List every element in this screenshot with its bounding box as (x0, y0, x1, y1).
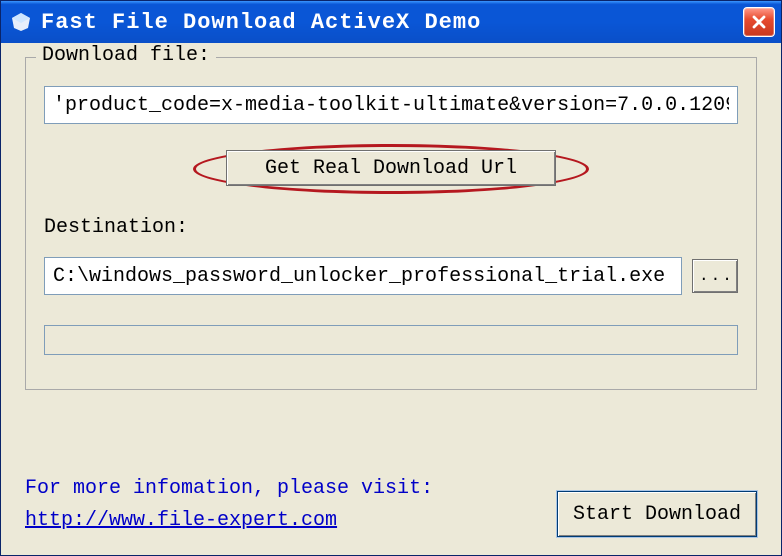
app-icon (9, 10, 33, 34)
info-link[interactable]: http://www.file-expert.com (25, 505, 433, 537)
close-button[interactable] (743, 7, 775, 37)
client-area: Download file: Get Real Download Url Des… (1, 43, 781, 555)
get-real-url-button[interactable]: Get Real Download Url (226, 150, 556, 186)
source-url-input[interactable] (44, 86, 738, 124)
browse-button[interactable]: ... (692, 259, 738, 293)
download-groupbox: Download file: Get Real Download Url Des… (25, 57, 757, 390)
app-window: Fast File Download ActiveX Demo Download… (0, 0, 782, 556)
titlebar: Fast File Download ActiveX Demo (1, 1, 781, 43)
destination-label: Destination: (44, 216, 738, 239)
window-title: Fast File Download ActiveX Demo (41, 10, 743, 35)
destination-input[interactable] (44, 257, 682, 295)
info-block: For more infomation, please visit: http:… (25, 473, 433, 537)
close-icon (751, 14, 767, 30)
start-download-button[interactable]: Start Download (557, 491, 757, 537)
group-label: Download file: (36, 44, 216, 67)
progress-bar (44, 325, 738, 355)
footer: For more infomation, please visit: http:… (25, 473, 757, 537)
info-text: For more infomation, please visit: (25, 473, 433, 505)
